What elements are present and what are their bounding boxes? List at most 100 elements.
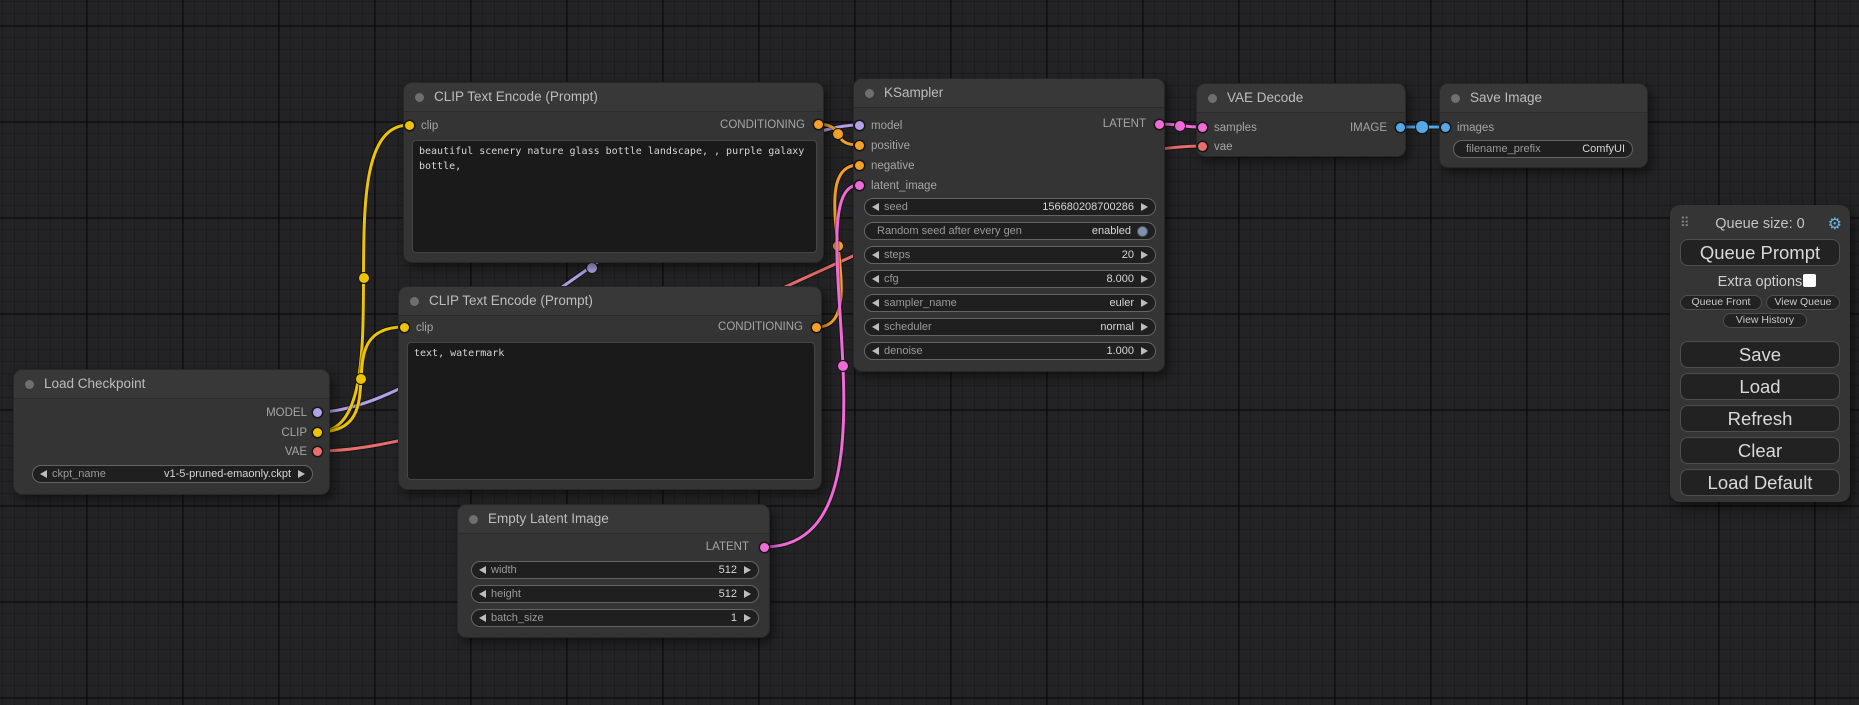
collapse-dot-icon[interactable] <box>410 297 419 306</box>
widget-label: ckpt_name <box>52 468 106 480</box>
node-empty-latent-titlebar[interactable]: Empty Latent Image <box>458 505 769 534</box>
increment-arrow-icon[interactable] <box>1141 299 1148 307</box>
input-port-clip[interactable] <box>400 323 409 332</box>
toggle-enabled-icon[interactable] <box>1137 226 1148 237</box>
node-load-checkpoint-titlebar[interactable]: Load Checkpoint <box>14 370 329 399</box>
input-label-images: images <box>1457 122 1494 134</box>
increment-arrow-icon[interactable] <box>1141 347 1148 355</box>
input-port-model[interactable] <box>855 121 864 130</box>
sampler-name-widget[interactable]: sampler_name euler <box>864 294 1156 312</box>
node-clip-negative-titlebar[interactable]: CLIP Text Encode (Prompt) <box>399 287 821 316</box>
prompt-textarea[interactable]: beautiful scenery nature glass bottle la… <box>412 140 817 253</box>
node-load-checkpoint[interactable]: Load Checkpoint MODEL CLIP VAE ckpt_name… <box>13 369 330 495</box>
decrement-arrow-icon[interactable] <box>872 275 879 283</box>
denoise-widget[interactable]: denoise 1.000 <box>864 342 1156 360</box>
save-button[interactable]: Save <box>1680 341 1840 368</box>
decrement-arrow-icon[interactable] <box>872 203 879 211</box>
decrement-arrow-icon[interactable] <box>872 347 879 355</box>
height-widget[interactable]: height 512 <box>471 585 759 603</box>
collapse-dot-icon[interactable] <box>865 89 874 98</box>
seed-widget[interactable]: seed 156680208700286 <box>864 198 1156 216</box>
cfg-widget[interactable]: cfg 8.000 <box>864 270 1156 288</box>
output-port-clip[interactable] <box>313 428 322 437</box>
decrement-arrow-icon[interactable] <box>479 566 486 574</box>
decrement-arrow-icon[interactable] <box>872 251 879 259</box>
filename-prefix-widget[interactable]: filename_prefix ComfyUI <box>1453 140 1633 158</box>
increment-arrow-icon[interactable] <box>744 590 751 598</box>
collapse-dot-icon[interactable] <box>25 380 34 389</box>
input-port-images[interactable] <box>1441 123 1450 132</box>
node-vae-decode-titlebar[interactable]: VAE Decode <box>1197 84 1405 113</box>
increment-arrow-icon[interactable] <box>1141 275 1148 283</box>
queue-prompt-button[interactable]: Queue Prompt <box>1680 239 1840 266</box>
width-widget[interactable]: width 512 <box>471 561 759 579</box>
decrement-arrow-icon[interactable] <box>40 470 47 478</box>
output-port-latent[interactable] <box>760 543 769 552</box>
scheduler-widget[interactable]: scheduler normal <box>864 318 1156 336</box>
decrement-arrow-icon[interactable] <box>479 614 486 622</box>
node-ksampler[interactable]: KSampler model positive negative latent_… <box>853 78 1165 372</box>
node-empty-latent-image[interactable]: Empty Latent Image LATENT width 512 heig… <box>457 504 770 638</box>
input-port-samples[interactable] <box>1198 123 1207 132</box>
input-port-clip[interactable] <box>405 121 414 130</box>
decrement-arrow-icon[interactable] <box>479 590 486 598</box>
load-default-button[interactable]: Load Default <box>1680 469 1840 496</box>
node-vae-decode[interactable]: VAE Decode samples vae IMAGE <box>1196 83 1406 157</box>
queue-front-button[interactable]: Queue Front <box>1680 295 1762 310</box>
input-label-clip: clip <box>416 322 433 334</box>
node-save-image[interactable]: Save Image images filename_prefix ComfyU… <box>1439 83 1648 168</box>
output-port-latent[interactable] <box>1155 120 1164 129</box>
input-port-positive[interactable] <box>855 141 864 150</box>
collapse-dot-icon[interactable] <box>469 515 478 524</box>
extra-options-checkbox[interactable] <box>1803 274 1816 287</box>
node-clip-positive-titlebar[interactable]: CLIP Text Encode (Prompt) <box>404 83 823 112</box>
increment-arrow-icon[interactable] <box>1141 323 1148 331</box>
increment-arrow-icon[interactable] <box>1141 251 1148 259</box>
input-port-vae[interactable] <box>1198 142 1207 151</box>
batch-size-widget[interactable]: batch_size 1 <box>471 609 759 627</box>
widget-label: Random seed after every gen <box>877 225 1022 237</box>
node-ksampler-titlebar[interactable]: KSampler <box>854 79 1164 108</box>
node-save-image-titlebar[interactable]: Save Image <box>1440 84 1647 113</box>
output-port-vae[interactable] <box>313 447 322 456</box>
output-port-image[interactable] <box>1396 123 1405 132</box>
clear-button[interactable]: Clear <box>1680 437 1840 464</box>
collapse-dot-icon[interactable] <box>415 93 424 102</box>
increment-arrow-icon[interactable] <box>1141 203 1148 211</box>
input-port-latent-image[interactable] <box>855 181 864 190</box>
random-seed-widget[interactable]: Random seed after every gen enabled <box>864 222 1156 240</box>
prompt-textarea[interactable]: text, watermark <box>407 342 815 480</box>
increment-arrow-icon[interactable] <box>744 614 751 622</box>
node-clip-text-encode-positive[interactable]: CLIP Text Encode (Prompt) clip CONDITION… <box>403 82 824 263</box>
output-port-model[interactable] <box>313 408 322 417</box>
output-label-image: IMAGE <box>1350 122 1387 134</box>
extra-options-label: Extra options <box>1670 274 1850 290</box>
node-title: CLIP Text Encode (Prompt) <box>434 89 598 104</box>
collapse-dot-icon[interactable] <box>1208 94 1217 103</box>
increment-arrow-icon[interactable] <box>744 566 751 574</box>
view-queue-button[interactable]: View Queue <box>1766 295 1840 310</box>
output-port-conditioning[interactable] <box>812 323 821 332</box>
input-port-negative[interactable] <box>855 161 864 170</box>
node-clip-text-encode-negative[interactable]: CLIP Text Encode (Prompt) clip CONDITION… <box>398 286 822 490</box>
steps-widget[interactable]: steps 20 <box>864 246 1156 264</box>
increment-arrow-icon[interactable] <box>298 470 305 478</box>
ckpt-name-widget[interactable]: ckpt_name v1-5-pruned-emaonly.ckpt <box>32 465 313 483</box>
comfyui-canvas[interactable]: Load Checkpoint MODEL CLIP VAE ckpt_name… <box>0 0 1859 705</box>
widget-value: 156680208700286 <box>1042 201 1134 213</box>
decrement-arrow-icon[interactable] <box>872 299 879 307</box>
queue-size-label: Queue size: 0 <box>1670 216 1850 232</box>
output-label-latent: LATENT <box>706 541 749 553</box>
node-title: VAE Decode <box>1227 90 1303 105</box>
input-label-latent-image: latent_image <box>871 180 937 192</box>
wire-cond-positive-center-dot <box>833 129 844 140</box>
widget-label: denoise <box>884 345 923 357</box>
queue-panel[interactable]: ⠿ Queue size: 0 ⚙ Queue Prompt Extra opt… <box>1670 205 1850 502</box>
view-history-button[interactable]: View History <box>1723 313 1807 328</box>
load-button[interactable]: Load <box>1680 373 1840 400</box>
collapse-dot-icon[interactable] <box>1451 94 1460 103</box>
output-port-conditioning[interactable] <box>814 120 823 129</box>
decrement-arrow-icon[interactable] <box>872 323 879 331</box>
refresh-button[interactable]: Refresh <box>1680 405 1840 432</box>
settings-gear-icon[interactable]: ⚙ <box>1828 214 1842 234</box>
